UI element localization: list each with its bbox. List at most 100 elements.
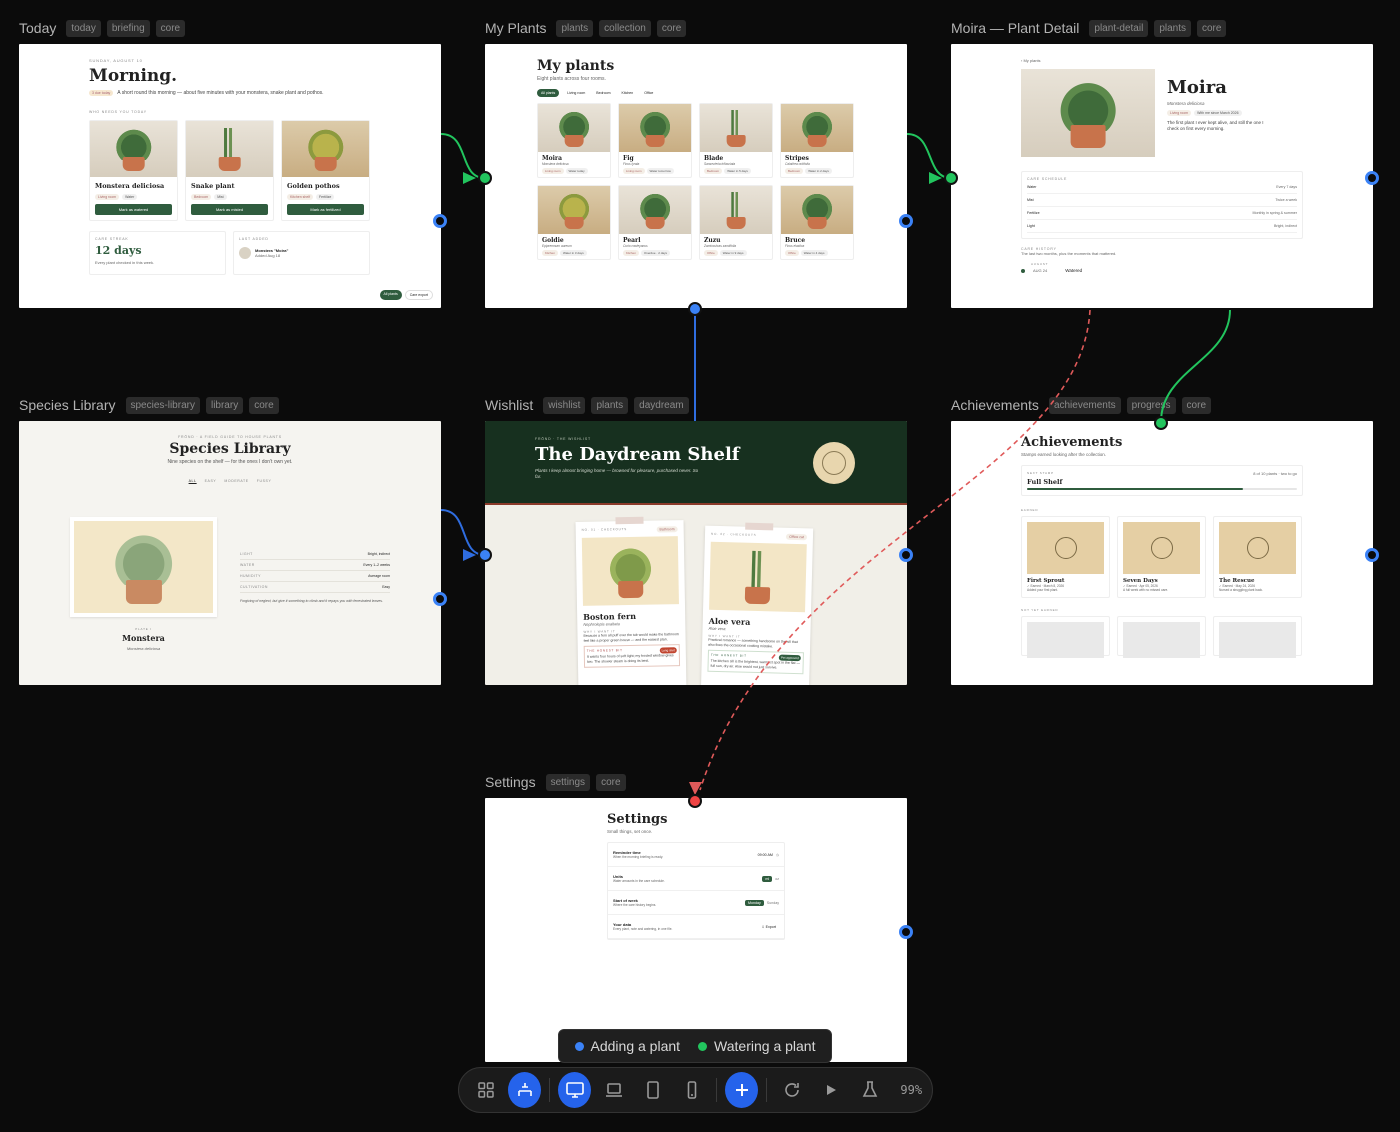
plant-card[interactable]: Pearl Curio rowleyanus Kitchen Overdue · 2 … xyxy=(618,185,692,260)
page-subtitle: Plants I keep almost bringing home — bro… xyxy=(535,468,699,480)
filter-chip[interactable]: All plants xyxy=(537,89,560,97)
desktop-icon[interactable] xyxy=(558,1072,592,1108)
mark-misted-button[interactable]: Mark as misted xyxy=(191,204,268,215)
back-link[interactable]: ‹ My plants xyxy=(1021,58,1303,63)
frame-achievements[interactable]: Achievements Stamps earned looking after… xyxy=(951,421,1373,685)
setting-alt[interactable]: ◷ xyxy=(776,853,779,857)
plant-card[interactable]: Stripes Calathea orbifolia Bedroom Water in… xyxy=(780,103,854,178)
legend-item-adding[interactable]: Adding a plant xyxy=(574,1038,680,1054)
filter-tab[interactable]: FUSSY xyxy=(257,479,272,483)
connection-handle[interactable] xyxy=(899,925,913,939)
due-plant-card[interactable]: Snake plant Bedroom Mist Mark as misted xyxy=(185,120,274,221)
connection-handle[interactable] xyxy=(1365,548,1379,562)
flow-endpoint-green[interactable] xyxy=(944,171,958,185)
setting-value[interactable]: 09:00 AM xyxy=(758,853,773,857)
flow-endpoint-green[interactable] xyxy=(1154,416,1168,430)
setting-alt[interactable]: Sunday xyxy=(767,901,779,905)
phone-icon[interactable] xyxy=(675,1072,708,1108)
connection-handle[interactable] xyxy=(433,592,447,606)
due-plant-card[interactable]: Golden pothos Kitchen shelf Fertilize Mar… xyxy=(281,120,370,221)
schedule-row[interactable]: Water Every 7 days xyxy=(1027,181,1297,194)
frame-tag: species-library xyxy=(125,396,200,414)
species-plate[interactable] xyxy=(70,517,217,617)
frame-title-achievements[interactable]: Achievements achievements progress core xyxy=(951,395,1211,415)
mark-watered-button[interactable]: Mark as watered xyxy=(95,204,172,215)
flow-endpoint-red[interactable] xyxy=(688,794,702,808)
flow-endpoint-blue[interactable] xyxy=(688,302,702,316)
frame-today[interactable]: SUNDAY, AUGUST 10 Morning. 3 due today A… xyxy=(19,44,441,308)
plant-pot xyxy=(125,579,162,604)
filter-chip[interactable]: Bedroom xyxy=(593,89,613,97)
setting-value[interactable]: ml xyxy=(762,875,773,882)
schedule-row[interactable]: Mist Twice a week xyxy=(1027,194,1297,207)
frame-my-plants[interactable]: My plants Eight plants across four rooms… xyxy=(485,44,907,308)
frame-name: Today xyxy=(19,20,57,36)
frame-title-settings[interactable]: Settings settings core xyxy=(485,772,626,792)
plant-card[interactable]: Blade Sansevieria trifasciata Bedroom Water… xyxy=(699,103,773,178)
add-icon[interactable] xyxy=(725,1072,759,1108)
filter-tab[interactable]: ALL xyxy=(189,479,197,483)
due-plant-card[interactable]: Monstera deliciosa Living room Water Mark… xyxy=(89,120,178,221)
wishlist-card[interactable]: NO. 02 · CHECKOUTS Office cat Aloe vera A… xyxy=(700,522,814,685)
zoom-level[interactable]: 99% xyxy=(900,1083,922,1097)
last-added-card[interactable]: LAST ADDED Monstera "Moira" Added Aug 18 xyxy=(233,231,370,275)
setting-value[interactable]: Monday xyxy=(745,899,764,906)
settings-row[interactable]: Units Water amounts in the care schedule.… xyxy=(608,867,784,891)
frame-title-wishlist[interactable]: Wishlist wishlist plants daydream xyxy=(485,395,689,415)
legend-item-watering[interactable]: Watering a plant xyxy=(698,1038,815,1054)
settings-row[interactable]: Start of week Where the care history begi… xyxy=(608,891,784,915)
flow-icon[interactable] xyxy=(508,1072,542,1108)
connection-handle[interactable] xyxy=(899,548,913,562)
settings-row[interactable]: Reminder time When the morning briefing i… xyxy=(608,843,784,867)
frame-wishlist[interactable]: FRŌND · THE WISHLIST The Daydream Shelf … xyxy=(485,421,907,685)
wishlist-card[interactable]: NO. 01 · CHECKOUTS Bathroom Boston fern N… xyxy=(575,516,687,685)
setting-alt[interactable]: oz xyxy=(775,877,779,881)
earned-stamp[interactable]: First Sprout ✓ Earned · March 8, 2026 Adde… xyxy=(1021,516,1110,598)
plant-card[interactable]: Fig Ficus lyrata Living room Water tomorrow xyxy=(618,103,692,178)
frame-species-library[interactable]: FRŌND · A FIELD GUIDE TO HOUSE PLANTS Sp… xyxy=(19,421,441,685)
frame-title-detail[interactable]: Moira — Plant Detail plant-detail plants… xyxy=(951,18,1227,38)
blue-arrow xyxy=(463,549,476,561)
locked-stamp[interactable] xyxy=(1213,616,1302,658)
filter-tab[interactable]: EASY xyxy=(205,479,217,483)
connection-handle[interactable] xyxy=(1365,171,1379,185)
beaker-icon[interactable] xyxy=(853,1072,886,1108)
flow-endpoint-blue[interactable] xyxy=(478,548,492,562)
summary-row: 3 due today A short round this morning —… xyxy=(89,90,371,96)
frame-title-today[interactable]: Today today briefing core xyxy=(19,18,186,38)
plant-card[interactable]: Bruce Ficus elastica Office Water in 4 days xyxy=(780,185,854,260)
frame-title-myplants[interactable]: My Plants plants collection core xyxy=(485,18,687,38)
setting-value[interactable]: ⇩ Export xyxy=(762,925,776,929)
filter-chip[interactable]: Office xyxy=(641,89,656,97)
mark-fertilized-button[interactable]: Mark as fertilized xyxy=(287,204,364,215)
care-export-button[interactable]: Care export xyxy=(404,290,433,300)
laptop-icon[interactable] xyxy=(597,1072,630,1108)
earned-stamp[interactable]: Seven Days ✓ Earned · Apr 05, 2026 A full … xyxy=(1117,516,1206,598)
grid-icon[interactable] xyxy=(469,1072,502,1108)
frame-settings[interactable]: Settings Small things, set once. Reminde… xyxy=(485,798,907,1062)
flow-endpoint-green[interactable] xyxy=(478,171,492,185)
frame-title-species[interactable]: Species Library species-library library … xyxy=(19,395,279,415)
locked-stamp[interactable] xyxy=(1021,616,1110,658)
page-title: My plants xyxy=(537,58,615,74)
filter-chip[interactable]: Living room xyxy=(564,89,588,97)
filter-chip[interactable]: Kitchen xyxy=(619,89,637,97)
tablet-icon[interactable] xyxy=(636,1072,669,1108)
filter-tab[interactable]: MODERATE xyxy=(224,479,248,483)
schedule-row[interactable]: Fertilize Monthly in spring & summer xyxy=(1027,207,1297,220)
play-icon[interactable] xyxy=(814,1072,847,1108)
frame-plant-detail[interactable]: ‹ My plants Moira Monstera deliciosa Liv… xyxy=(951,44,1373,308)
plant-card[interactable]: Moira Monstera deliciosa Living room Water … xyxy=(537,103,611,178)
connection-handle[interactable] xyxy=(433,214,447,228)
why-text: Practical romance — something handsome o… xyxy=(708,637,798,649)
connection-handle[interactable] xyxy=(899,214,913,228)
earned-stamp[interactable]: The Rescue ✓ Earned · May 24, 2026 Nursed … xyxy=(1213,516,1302,598)
schedule-row[interactable]: Light Bright, indirect xyxy=(1027,220,1297,233)
refresh-icon[interactable] xyxy=(775,1072,808,1108)
all-plants-button[interactable]: All plants xyxy=(379,290,402,300)
locked-stamp[interactable] xyxy=(1117,616,1206,658)
plant-card[interactable]: Zuzu Zamioculcas zamiifolia Office Water in… xyxy=(699,185,773,260)
green-connector xyxy=(440,133,486,179)
plant-card[interactable]: Goldie Epipremnum aureum Kitchen Water in 3… xyxy=(537,185,611,260)
settings-row[interactable]: Your data Every plant, note and watering,… xyxy=(608,915,784,939)
